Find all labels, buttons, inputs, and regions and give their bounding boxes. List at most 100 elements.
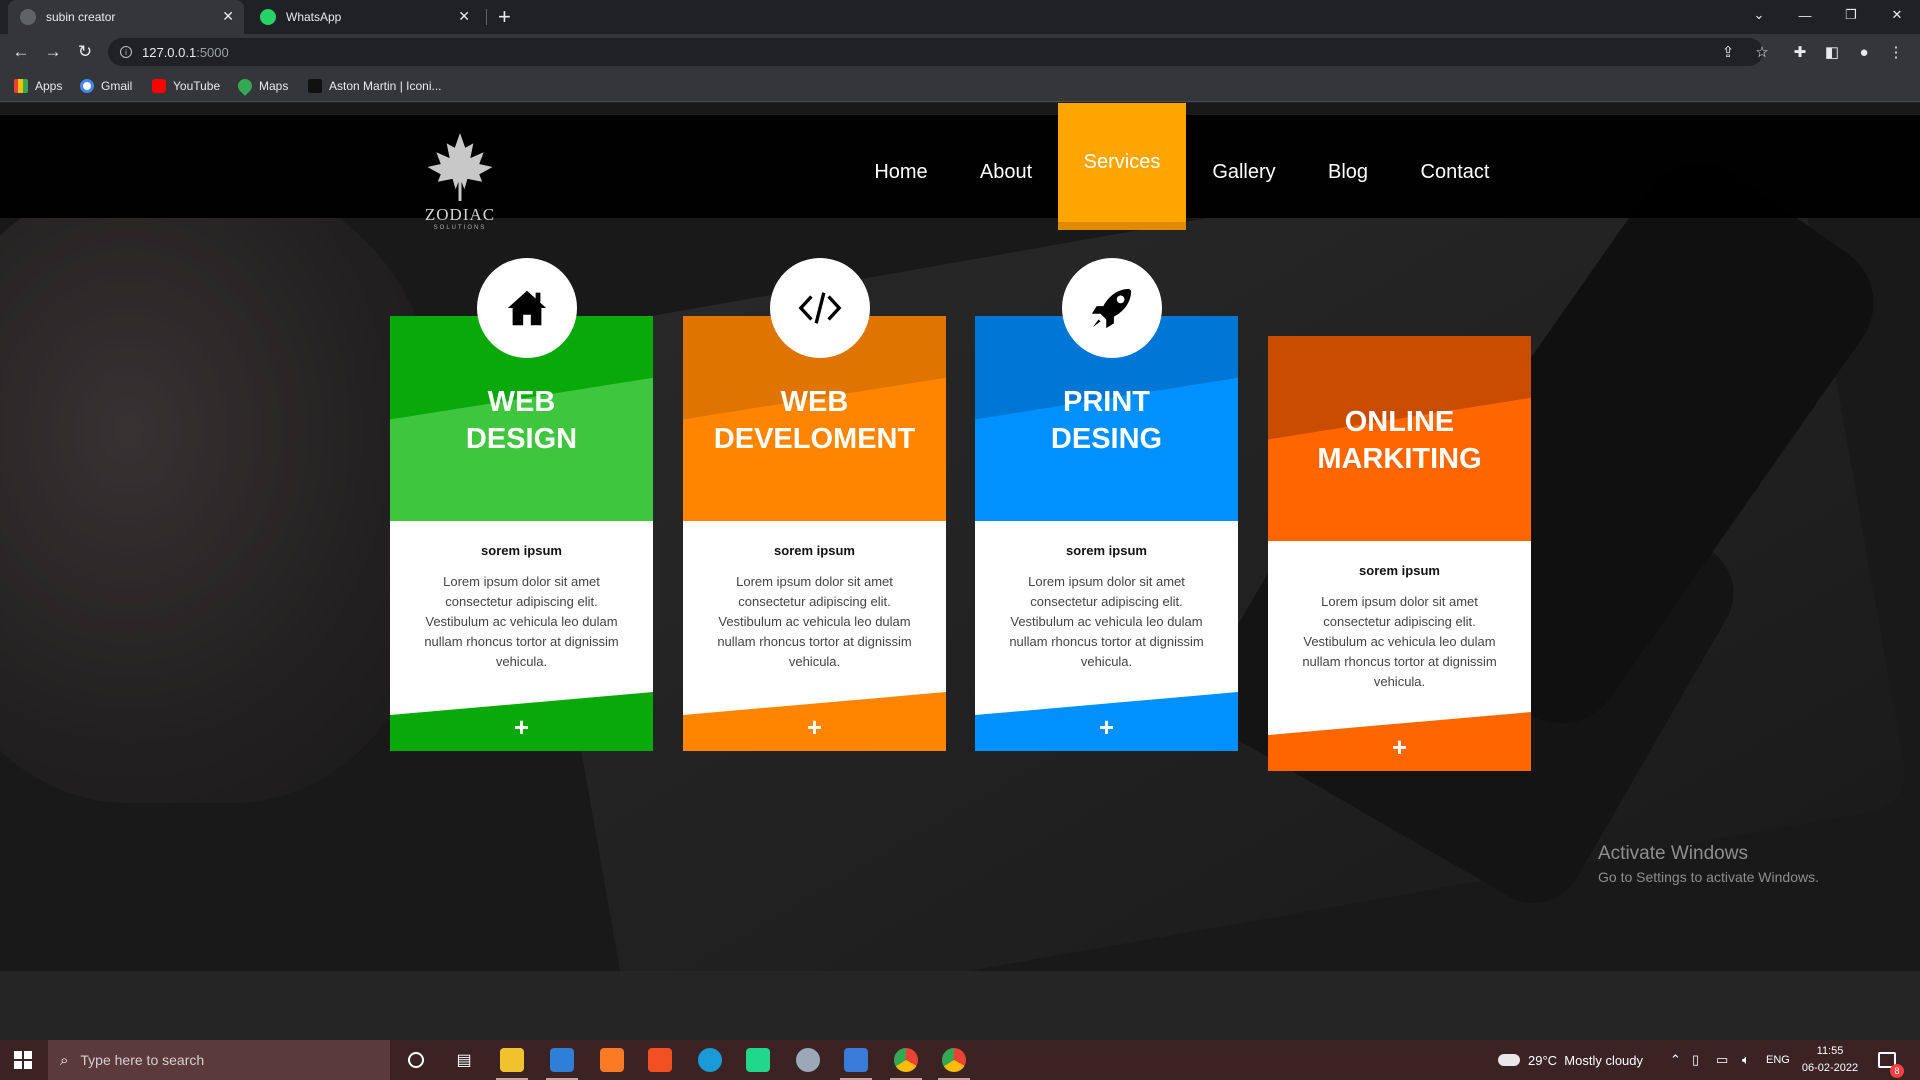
code-icon: [798, 292, 842, 324]
search-icon: ⌕: [60, 1051, 69, 1069]
mail-icon[interactable]: [538, 1040, 586, 1080]
service-card-online-marketing[interactable]: ONLINE MARKITING sorem ipsum Lorem ipsum…: [1268, 336, 1531, 771]
browser-tab-bar: subin creator ✕ WhatsApp ✕ + ⌄ — ❐ ✕: [0, 0, 1920, 34]
tab-whatsapp[interactable]: WhatsApp ✕: [248, 0, 480, 34]
card-expand-button[interactable]: +: [975, 712, 1238, 743]
microsoft-store-icon[interactable]: [636, 1040, 684, 1080]
windows-logo-icon: [14, 1051, 32, 1069]
card-subtitle: sorem ipsum: [481, 543, 562, 558]
reload-button[interactable]: ↻: [74, 41, 96, 63]
aston-martin-icon: [308, 79, 322, 93]
bookmark-aston-martin[interactable]: Aston Martin | Iconi...: [308, 70, 442, 102]
card-title: ONLINE MARKITING: [1268, 404, 1531, 478]
chrome-icon[interactable]: [882, 1040, 930, 1080]
tab-separator: [486, 9, 487, 25]
minimize-button[interactable]: —: [1782, 0, 1828, 30]
service-card-web-development[interactable]: WEB DEVELOMENT sorem ipsum Lorem ipsum d…: [683, 316, 946, 751]
tab-search-icon[interactable]: ⌄: [1736, 0, 1782, 30]
watermark-title: Activate Windows: [1598, 843, 1748, 864]
card-expand-button[interactable]: +: [390, 712, 653, 743]
card-footer: +: [1268, 701, 1531, 771]
chrome-profile-icon[interactable]: [930, 1040, 978, 1080]
maps-pin-icon: [235, 76, 255, 96]
card-expand-button[interactable]: +: [1268, 732, 1531, 763]
nav-about[interactable]: About: [966, 115, 1046, 230]
bookmark-maps[interactable]: Maps: [235, 70, 289, 102]
youtube-icon: [152, 79, 166, 93]
clock[interactable]: 11:55 06-02-2022: [1790, 1043, 1870, 1077]
new-tab-button[interactable]: +: [498, 4, 511, 30]
profile-icon[interactable]: ●: [1854, 42, 1874, 62]
network-icon[interactable]: ▭: [1716, 1040, 1728, 1080]
card-subtitle: sorem ipsum: [774, 543, 855, 558]
card-description: Lorem ipsum dolor sit amet consectetur a…: [424, 574, 619, 669]
show-hidden-icons[interactable]: ⌃: [1670, 1040, 1681, 1080]
volume-icon[interactable]: 🔈︎: [1742, 1040, 1750, 1080]
clock-date: 06-02-2022: [1801, 1062, 1859, 1074]
site-info-icon[interactable]: i: [120, 46, 132, 58]
language-indicator[interactable]: ENG: [1766, 1040, 1790, 1080]
url-host: 127.0.0.1: [142, 44, 197, 60]
weather-text: 29°C Mostly cloudy: [1528, 1052, 1644, 1068]
weather-widget[interactable]: 29°C Mostly cloudy: [1498, 1040, 1643, 1080]
bookmark-star-icon[interactable]: ☆: [1752, 42, 1772, 62]
pycharm-icon[interactable]: [734, 1040, 782, 1080]
close-tab-icon[interactable]: ✕: [458, 8, 470, 25]
card-icon-circle: [477, 258, 577, 358]
nav-home[interactable]: Home: [860, 115, 942, 230]
card-title-line: DESING: [1050, 423, 1163, 455]
back-button[interactable]: ←: [10, 41, 32, 63]
web-page: ZODIAC SOLUTIONS Home About Services Gal…: [0, 103, 1920, 971]
card-header: ONLINE MARKITING: [1268, 336, 1531, 541]
restore-button[interactable]: ❐: [1828, 0, 1874, 30]
side-panel-icon[interactable]: ◧: [1822, 42, 1842, 62]
taskbar-search-box[interactable]: ⌕ Type here to search: [48, 1040, 390, 1080]
url-port: :5000: [196, 44, 229, 60]
more-menu-icon[interactable]: ⋮: [1886, 42, 1906, 62]
forward-button[interactable]: →: [42, 41, 64, 63]
close-tab-icon[interactable]: ✕: [222, 8, 234, 25]
browser-toolbar: ← → ↻ i 127.0.0.1 :5000 ⇪ ☆ ✚ ◧ ● ⋮: [0, 34, 1920, 70]
card-title-line: ONLINE: [1344, 406, 1455, 438]
service-card-print-design[interactable]: PRINT DESING sorem ipsum Lorem ipsum dol…: [975, 316, 1238, 751]
card-icon-circle: [1062, 258, 1162, 358]
meet-now-icon[interactable]: ▯: [1692, 1040, 1699, 1080]
address-bar[interactable]: i 127.0.0.1 :5000: [108, 38, 1763, 66]
nav-gallery[interactable]: Gallery: [1204, 115, 1284, 230]
card-expand-button[interactable]: +: [683, 712, 946, 743]
bookmark-gmail[interactable]: Gmail: [80, 70, 132, 102]
bookmark-apps[interactable]: Apps: [14, 70, 62, 102]
page-footer-strip: [0, 971, 1920, 1040]
search-placeholder: Type here to search: [80, 1052, 205, 1068]
edge-icon[interactable]: [686, 1040, 734, 1080]
bookmark-label: Maps: [259, 79, 289, 93]
clock-time: 11:55: [1816, 1045, 1844, 1057]
bookmarks-bar: Apps Gmail YouTube Maps Aston Martin | I…: [0, 70, 1920, 102]
photos-icon[interactable]: [832, 1040, 880, 1080]
nav-services[interactable]: Services: [1058, 103, 1186, 230]
bookmark-label: Aston Martin | Iconi...: [329, 79, 442, 93]
file-explorer-icon[interactable]: [488, 1040, 536, 1080]
tab-title: WhatsApp: [286, 10, 342, 24]
share-icon[interactable]: ⇪: [1718, 42, 1738, 62]
start-button[interactable]: [0, 1040, 46, 1080]
tab-subin-creator[interactable]: subin creator ✕: [8, 0, 244, 34]
logo-subtitle: SOLUTIONS: [433, 225, 487, 231]
extensions-icon[interactable]: ✚: [1790, 42, 1810, 62]
service-card-web-design[interactable]: WEB DESIGN sorem ipsum Lorem ipsum dolor…: [390, 316, 653, 751]
paint-app-icon[interactable]: [784, 1040, 832, 1080]
card-footer: +: [975, 681, 1238, 751]
close-window-button[interactable]: ✕: [1874, 0, 1920, 30]
nav-blog[interactable]: Blog: [1318, 115, 1378, 230]
watermark-subtitle: Go to Settings to activate Windows.: [1598, 869, 1819, 885]
xampp-icon[interactable]: [588, 1040, 636, 1080]
nav-contact[interactable]: Contact: [1412, 115, 1498, 230]
card-footer: +: [683, 681, 946, 751]
card-title-line: WEB: [487, 386, 556, 418]
rocket-icon: [1091, 288, 1132, 329]
bookmark-youtube[interactable]: YouTube: [152, 70, 220, 102]
notification-center[interactable]: 8: [1878, 1040, 1904, 1080]
zodiac-logo[interactable]: ZODIAC SOLUTIONS: [415, 130, 505, 231]
cortana-icon[interactable]: [392, 1040, 440, 1080]
task-view-icon[interactable]: ▤: [440, 1040, 488, 1080]
